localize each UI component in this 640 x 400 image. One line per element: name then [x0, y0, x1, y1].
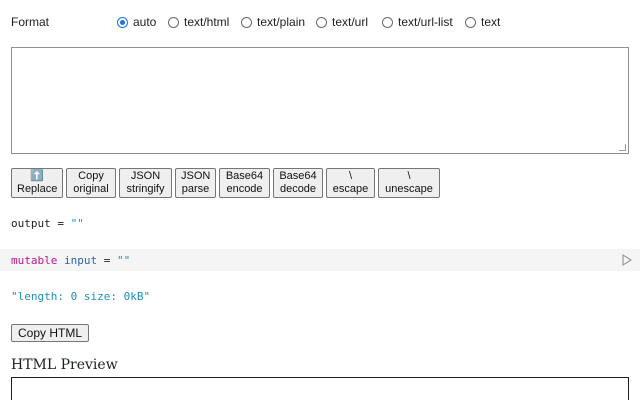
mutable-input-code: mutable input = ""	[11, 254, 130, 267]
button-label-top: Copy	[78, 170, 104, 182]
json-parse-button[interactable]: JSON parse	[175, 168, 216, 198]
button-label-top: Base64	[225, 170, 264, 182]
radio-label: text/plain	[257, 15, 306, 29]
base64-decode-button[interactable]: Base64 decode	[273, 168, 323, 198]
preview-title: HTML Preview	[11, 357, 118, 373]
format-row: Format auto text/html text/plain text/ur…	[11, 12, 631, 32]
unescape-button[interactable]: \ unescape	[378, 168, 440, 198]
button-label: Replace	[17, 183, 58, 195]
radio-button[interactable]	[241, 16, 252, 28]
backslash-icon: \	[348, 170, 353, 182]
button-label: unescape	[385, 183, 433, 195]
button-label: parse	[181, 183, 210, 195]
copy-original-button[interactable]: Copy original	[66, 168, 116, 198]
radio-button[interactable]	[382, 16, 393, 28]
json-stringify-button[interactable]: JSON stringify	[119, 168, 172, 198]
radio-label: text/url	[332, 15, 369, 29]
base64-encode-button[interactable]: Base64 encode	[219, 168, 270, 198]
radio-label: auto	[133, 15, 157, 29]
escape-button[interactable]: \ escape	[326, 168, 375, 198]
length-cell: "length: 0 size: 0kB"	[11, 290, 151, 303]
radio-label: text	[481, 15, 501, 29]
radio-text-plain[interactable]: text/plain	[241, 12, 305, 32]
radio-text[interactable]: text	[465, 12, 500, 32]
button-label: decode	[279, 183, 317, 195]
mutable-input-cell[interactable]: mutable input = ""	[0, 249, 640, 271]
format-label: Format	[11, 15, 50, 29]
assign-operator: =	[97, 254, 117, 267]
resize-grip-icon[interactable]	[619, 144, 626, 151]
button-label: stringify	[126, 183, 165, 195]
radio-label: text/html	[184, 15, 230, 29]
radio-text-url-list[interactable]: text/url-list	[382, 12, 453, 32]
radio-text-html[interactable]: text/html	[168, 12, 229, 32]
input-textarea[interactable]	[11, 47, 629, 154]
output-value: ""	[70, 217, 84, 230]
output-name: output	[11, 217, 51, 230]
button-label-top: Base64	[279, 170, 317, 182]
copy-html-button[interactable]: Copy HTML	[11, 324, 90, 342]
radio-button[interactable]	[168, 16, 179, 28]
radio-button[interactable]	[316, 16, 327, 28]
button-label: original	[73, 183, 109, 195]
radio-text-url[interactable]: text/url	[316, 12, 368, 32]
backslash-icon: \	[407, 170, 411, 182]
button-label-top: JSON	[181, 170, 211, 182]
button-label: encode	[226, 183, 263, 195]
button-label: escape	[332, 183, 369, 195]
radio-button[interactable]	[117, 16, 128, 28]
mutable-var-name: input	[63, 254, 98, 267]
page: Format auto text/html text/plain text/ur…	[0, 0, 640, 400]
assign-operator: =	[50, 217, 71, 230]
replace-button[interactable]: ⬆️ Replace	[11, 168, 63, 198]
output-cell: output = ""	[11, 217, 84, 230]
mutable-value: ""	[116, 254, 131, 267]
html-preview-frame	[11, 377, 629, 400]
radio-label: text/url-list	[398, 15, 453, 29]
radio-button[interactable]	[465, 16, 476, 28]
play-icon[interactable]	[622, 254, 632, 266]
transform-toolbar: ⬆️ Replace Copy original JSON stringify …	[11, 168, 440, 198]
button-label-top: JSON	[130, 170, 161, 182]
mutable-keyword: mutable	[11, 254, 58, 267]
radio-auto[interactable]: auto	[117, 12, 156, 32]
up-arrow-icon: ⬆️	[30, 170, 44, 182]
